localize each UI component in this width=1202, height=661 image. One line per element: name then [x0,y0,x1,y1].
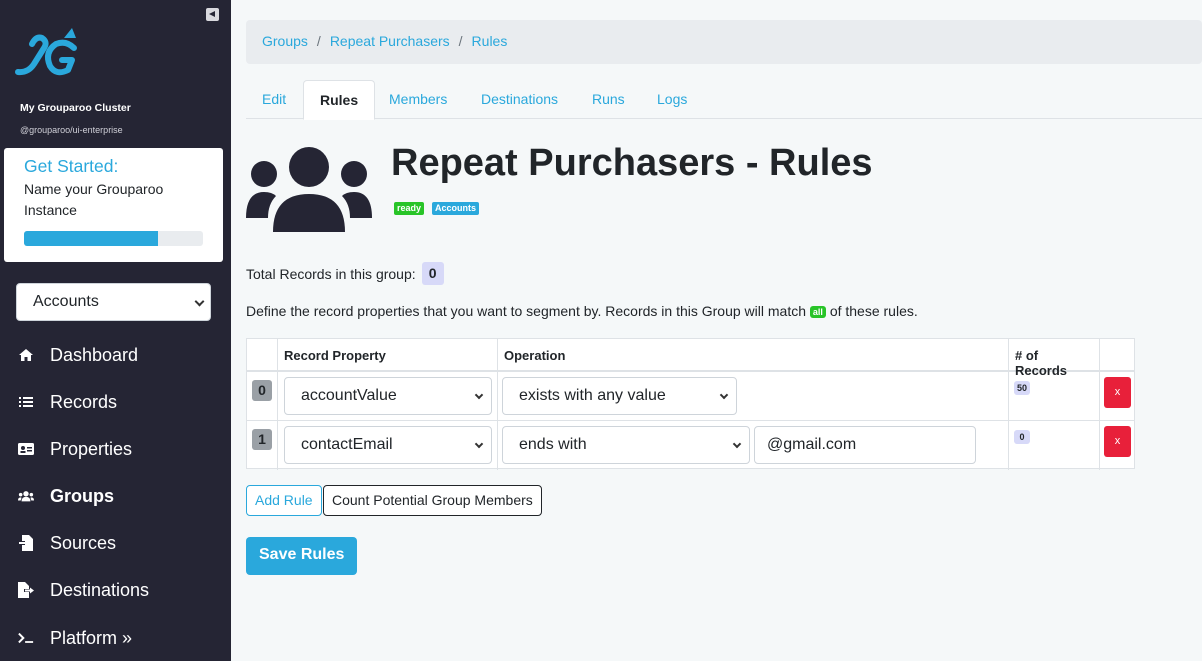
nav-label: Groups [50,485,115,506]
count-cell: 0 [1009,421,1100,470]
users-icon [246,147,372,232]
nav-label: Properties [50,438,133,459]
tab-destinations[interactable]: Destinations [465,80,574,119]
operation-cell: exists with any value [498,372,1009,420]
total-records-count: 0 [421,262,444,285]
terminal-icon [18,630,34,646]
add-rule-button[interactable]: Add Rule [246,485,322,516]
nav-label: Platform » [50,627,133,648]
nav-records[interactable]: Records [18,387,218,417]
match-all-badge: all [809,306,826,318]
model-badge: Accounts [432,202,480,215]
collapse-sidebar-icon[interactable] [206,8,219,21]
get-started-card[interactable]: Get Started: Name your Grouparoo Instanc… [4,148,223,262]
nav-groups[interactable]: Groups [18,481,218,511]
rules-description: Define the record properties that you wa… [246,303,918,319]
page-title: Repeat Purchasers - Rules [391,142,873,184]
breadcrumb-groups[interactable]: Groups [262,33,308,49]
home-icon [18,347,34,363]
total-records-label: Total Records in this group: [246,265,416,282]
table-header-property: Record Property [278,339,498,372]
chevron-down-icon [719,390,729,400]
property-cell: accountValue [278,372,498,420]
breadcrumb: Groups / Repeat Purchasers / Rules [246,20,1202,64]
sidebar: My Grouparoo Cluster @grouparoo/ui-enter… [0,0,231,661]
tab-runs[interactable]: Runs [576,80,641,119]
chevron-down-icon [732,439,742,449]
nav-label: Records [50,391,118,412]
tab-members[interactable]: Members [373,80,463,119]
file-import-icon [18,535,34,551]
nav-properties[interactable]: Properties [18,434,218,464]
model-select[interactable]: Accounts [16,283,211,321]
breadcrumb-group[interactable]: Repeat Purchasers [330,33,450,49]
get-started-title: Get Started: [24,156,119,176]
get-started-progress-fill [24,231,159,246]
chevron-down-icon [474,439,484,449]
rules-description-text: Define the record properties that you wa… [246,303,807,319]
tab-edit[interactable]: Edit [246,80,302,119]
property-select[interactable]: contactEmail [284,426,492,464]
table-header-actions [1100,339,1134,372]
table-header-count: # of Records [1009,339,1100,378]
list-icon [18,394,34,410]
property-select[interactable]: accountValue [284,377,492,415]
get-started-text: Name your Grouparoo Instance [24,181,164,218]
actions-cell: x [1100,421,1134,470]
delete-rule-button[interactable]: x [1104,426,1131,457]
operation-select-value: exists with any value [519,387,666,404]
table-row: 1 contactEmail ends with @gmail.com 0 x [247,421,1134,470]
cluster-name: My Grouparoo Cluster [20,102,131,114]
count-members-button[interactable]: Count Potential Group Members [323,485,542,516]
id-card-icon [18,441,34,457]
save-rules-button[interactable]: Save Rules [246,537,358,575]
property-cell: contactEmail [278,421,498,470]
operation-select-value: ends with [519,436,587,453]
nav-label: Dashboard [50,344,139,365]
nav-platform[interactable]: Platform » [18,623,218,653]
get-started-progress [24,231,203,246]
total-records-line: Total Records in this group: 0 [246,262,444,285]
tab-logs[interactable]: Logs [641,80,703,119]
table-header-operation: Operation [498,339,1009,372]
count-cell: 50 [1009,372,1100,420]
property-select-value: accountValue [301,387,397,404]
rules-description-tail: of these rules. [829,303,918,319]
breadcrumb-separator: / [458,33,463,49]
cluster-subtitle: @grouparoo/ui-enterprise [20,125,123,135]
model-select-value: Accounts [33,293,99,310]
chevron-down-icon [474,390,484,400]
index-cell: 0 [247,372,278,420]
table-row: 0 accountValue exists with any value 50 … [247,372,1134,421]
record-count-badge: 0 [1014,430,1030,444]
rule-index: 0 [252,380,272,401]
tab-rules[interactable]: Rules [303,80,376,120]
state-badge: ready [394,202,425,215]
grouparoo-logo[interactable] [14,26,82,80]
nav-label: Sources [50,532,117,553]
rule-value-input[interactable]: @gmail.com [754,426,976,464]
property-select-value: contactEmail [301,436,393,453]
breadcrumb-current[interactable]: Rules [472,33,508,49]
nav-label: Destinations [50,579,150,600]
record-count-badge: 50 [1014,381,1031,395]
operation-select[interactable]: ends with [502,426,750,464]
nav-destinations[interactable]: Destinations [18,575,218,605]
operation-select[interactable]: exists with any value [502,377,737,415]
nav-dashboard[interactable]: Dashboard [18,340,218,370]
table-header-index [247,339,278,372]
nav-sources[interactable]: Sources [18,528,218,558]
index-cell: 1 [247,421,278,470]
operation-cell: ends with @gmail.com [498,421,1009,470]
actions-cell: x [1100,372,1134,420]
breadcrumb-separator: / [316,33,321,49]
rule-index: 1 [252,429,272,450]
tab-bar: Edit Rules Members Destinations Runs Log… [246,80,1202,120]
rules-table: Record Property Operation # of Records 0… [246,338,1135,470]
chevron-down-icon [194,296,205,307]
users-icon [18,488,34,504]
delete-rule-button[interactable]: x [1104,377,1131,408]
file-export-icon [18,582,34,598]
